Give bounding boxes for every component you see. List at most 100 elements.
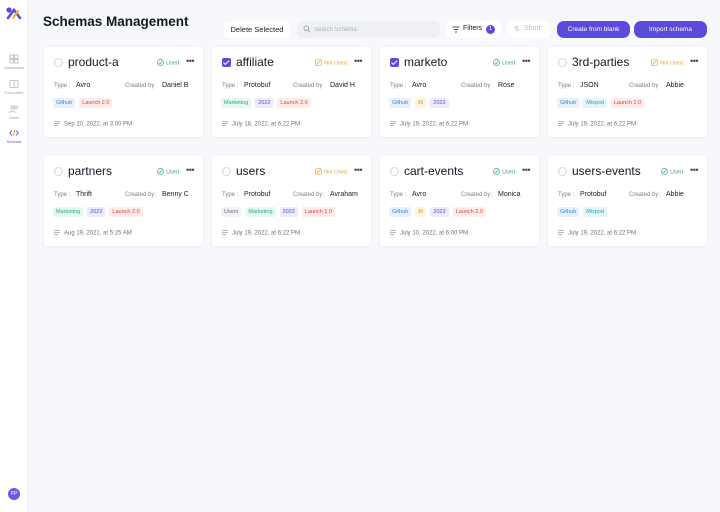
created-by-value: Abbie — [666, 82, 684, 89]
schema-name[interactable]: users-events — [572, 164, 641, 178]
lines-icon — [222, 230, 228, 235]
created-date: July 19, 2022, at 6:22 PM — [568, 121, 637, 128]
more-options-icon[interactable]: ••• — [522, 165, 530, 175]
created-by-value: David H — [330, 82, 355, 89]
schema-name[interactable]: users — [236, 164, 265, 178]
schema-card[interactable]: users Not Used ••• Type : Protobuf Creat… — [212, 156, 371, 246]
tag-chip[interactable]: Github — [389, 207, 412, 217]
created-date: July 19, 2022, at 6:22 PM — [400, 121, 469, 128]
more-options-icon[interactable]: ••• — [522, 56, 530, 66]
schema-type: Avro — [76, 82, 91, 89]
usage-status-badge: Used — [492, 168, 515, 176]
created-date: July 18, 2022, at 6:22 PM — [232, 121, 301, 128]
schema-card[interactable]: partners Used ••• Type : Thrift Created … — [44, 156, 203, 246]
more-options-icon[interactable]: ••• — [186, 56, 194, 66]
created-by-value: Abbie — [666, 191, 684, 198]
search-input[interactable] — [314, 24, 434, 35]
users-icon — [9, 105, 18, 114]
schema-card[interactable]: affiliate Not Used ••• Type : Protobuf C… — [212, 47, 371, 137]
nav-item-users[interactable]: Users — [0, 104, 28, 120]
tag-chip[interactable]: Github — [389, 98, 412, 108]
tag-chip[interactable]: BI — [415, 207, 427, 217]
tag-chip[interactable]: Github — [557, 98, 580, 108]
nav-item-favourites[interactable]: Favourites — [0, 79, 28, 95]
tag-chip[interactable]: Marketing — [221, 98, 252, 108]
tag-chip[interactable]: 2022 — [255, 98, 274, 108]
sidebar: Dashboard Favourites Users Schema PP — [0, 0, 28, 512]
tag-chip[interactable]: Mixpod — [583, 207, 607, 217]
more-options-icon[interactable]: ••• — [354, 165, 362, 175]
filters-button[interactable]: Filters 1 — [446, 21, 501, 38]
schema-name[interactable]: product-a — [68, 55, 119, 69]
tag-chip[interactable]: Users — [221, 207, 242, 217]
more-options-icon[interactable]: ••• — [690, 165, 698, 175]
select-checkbox[interactable] — [222, 167, 231, 176]
tag-chip[interactable]: 2022 — [87, 207, 106, 217]
lines-icon — [558, 230, 564, 235]
schema-name[interactable]: cart-events — [404, 164, 463, 178]
usage-status-label: Not Used — [324, 60, 347, 67]
select-checkbox[interactable] — [390, 167, 399, 176]
schema-name[interactable]: partners — [68, 164, 112, 178]
schema-name[interactable]: affiliate — [236, 55, 274, 69]
date-row: July 19, 2022, at 6:22 PM — [222, 230, 300, 237]
select-checkbox[interactable] — [222, 58, 231, 67]
tag-chip[interactable]: Launch 2.0 — [79, 98, 113, 108]
schema-card[interactable]: marketo Used ••• Type : Avro Created by … — [380, 47, 539, 137]
tag-chip[interactable]: Launch 2.0 — [277, 98, 311, 108]
select-checkbox[interactable] — [390, 58, 399, 67]
schema-name[interactable]: 3rd-parties — [572, 55, 629, 69]
more-options-icon[interactable]: ••• — [354, 56, 362, 66]
select-checkbox[interactable] — [558, 58, 567, 67]
sort-button[interactable]: ⇅ Short — [507, 21, 551, 38]
memphis-logo-icon[interactable] — [5, 6, 23, 20]
select-checkbox[interactable] — [54, 58, 63, 67]
created-by-value: Rose — [498, 82, 515, 89]
nav-label-users: Users — [8, 115, 20, 120]
tag-chip[interactable]: Launch 2.0 — [452, 207, 486, 217]
tag-chip[interactable]: Marketing — [245, 207, 276, 217]
tag-chip[interactable]: Marketing — [53, 207, 84, 217]
usage-status-label: Used — [166, 60, 179, 67]
schema-card[interactable]: product-a Used ••• Type : Avro Created b… — [44, 47, 203, 137]
schema-name[interactable]: marketo — [404, 55, 447, 69]
type-label: Type : — [54, 83, 71, 89]
tag-chip[interactable]: Mixpod — [583, 98, 607, 108]
import-schema-button[interactable]: Import schema — [634, 21, 707, 38]
search-box[interactable] — [297, 21, 440, 38]
tag-chip[interactable]: Launch 1.0 — [301, 207, 335, 217]
filters-count-badge: 1 — [486, 25, 495, 34]
delete-selected-button[interactable]: Delete Selected — [224, 21, 290, 38]
created-by-label: Created by : — [461, 83, 494, 89]
created-by-label: Created by : — [629, 192, 662, 198]
create-from-blank-button[interactable]: Create from blank — [557, 21, 630, 38]
tag-chip[interactable]: Github — [53, 98, 76, 108]
tag-chip[interactable]: Launch 2.0 — [109, 207, 143, 217]
filters-label: Filters — [463, 25, 483, 32]
tag-chip[interactable]: Github — [557, 207, 580, 217]
schema-card[interactable]: 3rd-parties Not Used ••• Type : JSON Cre… — [548, 47, 707, 137]
tag-chip[interactable]: 2022 — [430, 207, 449, 217]
date-row: July 10, 2022, at 6:00 PM — [390, 230, 468, 237]
check-circle-icon — [492, 168, 500, 175]
tag-chip[interactable]: 2022 — [279, 207, 298, 217]
created-by-value: Benny C — [162, 191, 189, 198]
usage-status-label: Used — [502, 169, 515, 176]
tag-chip[interactable]: BI — [415, 98, 427, 108]
nav-item-schema[interactable]: Schema — [0, 128, 28, 144]
select-checkbox[interactable] — [54, 167, 63, 176]
more-options-icon[interactable]: ••• — [186, 165, 194, 175]
schema-card[interactable]: users-events Used ••• Type : Protobuf Cr… — [548, 156, 707, 246]
select-checkbox[interactable] — [558, 167, 567, 176]
dashboard-icon — [9, 54, 19, 64]
tag-chip[interactable]: 2022 — [430, 98, 449, 108]
tag-chip[interactable]: Launch 2.0 — [610, 98, 645, 108]
more-options-icon[interactable]: ••• — [690, 56, 698, 66]
schema-card[interactable]: cart-events Used ••• Type : Avro Created… — [380, 156, 539, 246]
lines-icon — [54, 121, 60, 126]
schema-type: Avro — [412, 191, 427, 198]
lines-icon — [222, 121, 228, 126]
user-avatar[interactable]: PP — [8, 488, 20, 500]
nav-item-dashboard[interactable]: Dashboard — [0, 54, 28, 70]
type-label: Type : — [222, 192, 239, 198]
